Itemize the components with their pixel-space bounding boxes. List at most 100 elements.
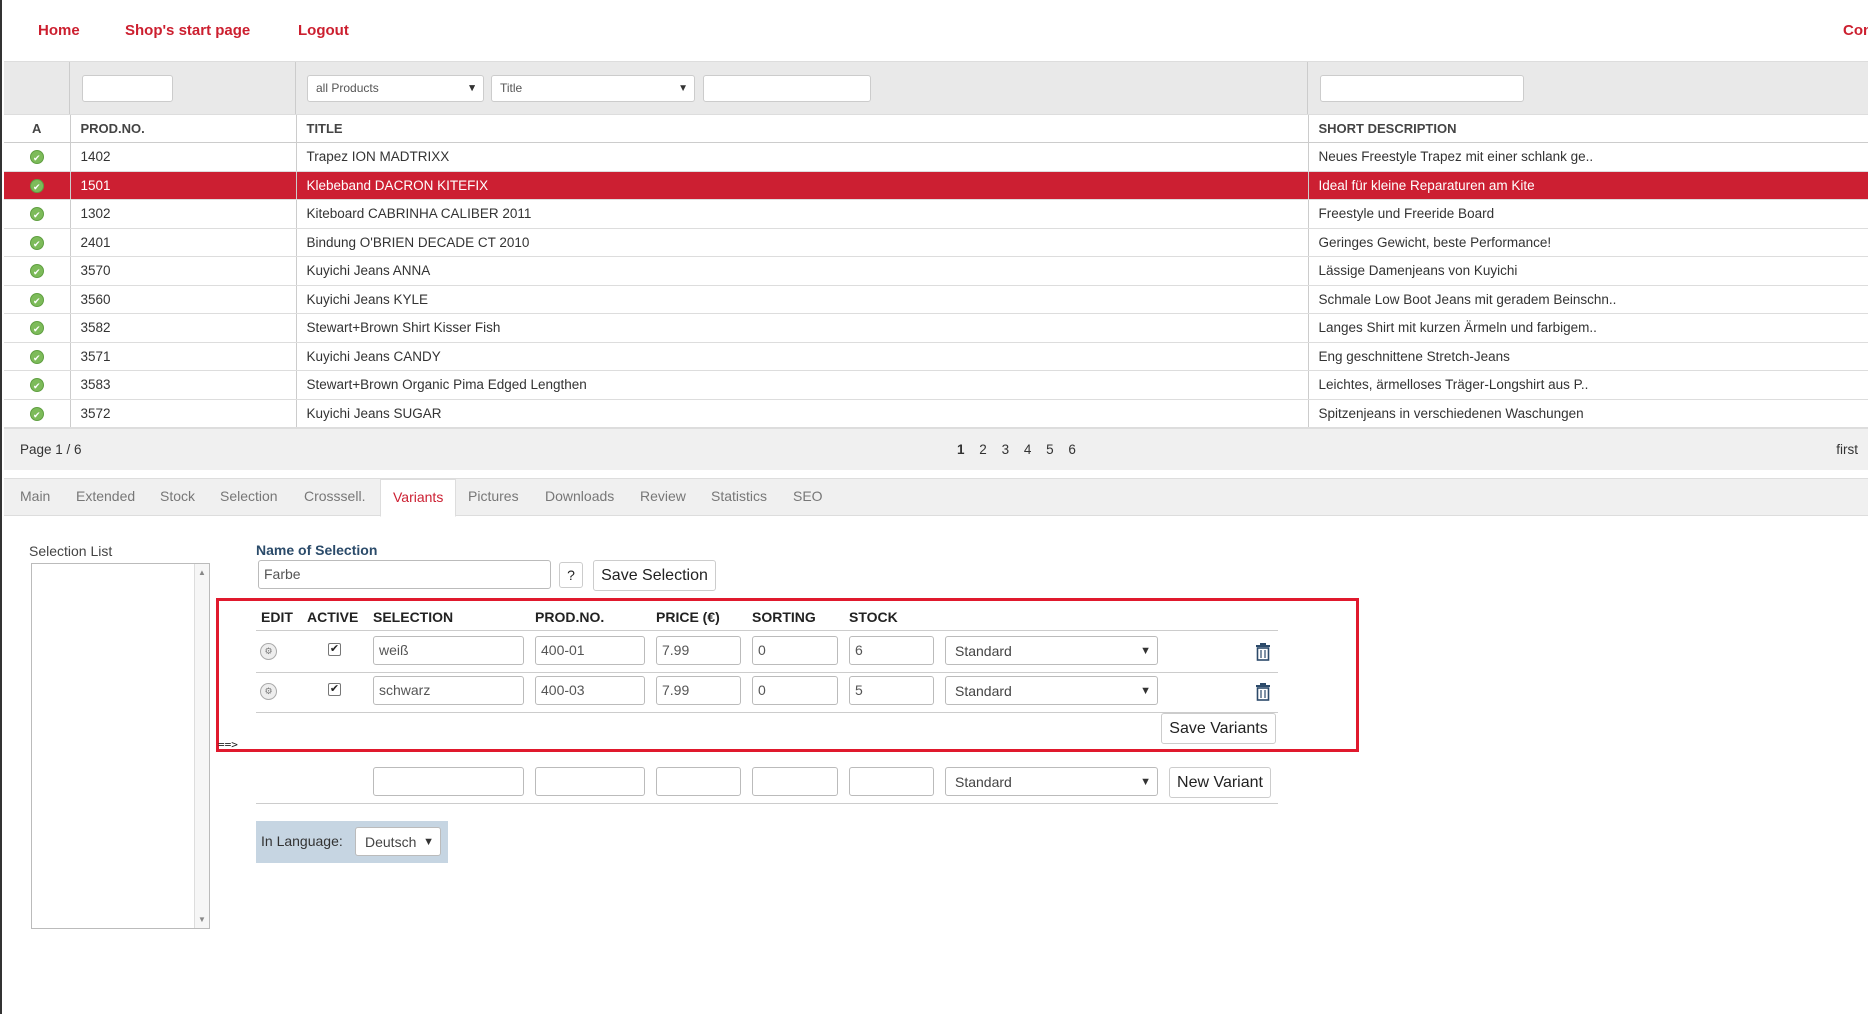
table-row[interactable]: ✔ 3572 Kuyichi Jeans SUGAR Spitzenjeans …: [4, 399, 1868, 428]
variant-type-select[interactable]: Standard ▼: [945, 636, 1158, 665]
active-check-icon: ✔: [29, 178, 44, 193]
nav-right-link[interactable]: Con: [1843, 22, 1868, 39]
short-description-cell: Langes Shirt mit kurzen Ärmeln und farbi…: [1307, 313, 1868, 343]
table-row[interactable]: ✔ 1402 Trapez ION MADTRIXX Neues Freesty…: [4, 142, 1868, 172]
tab-variants[interactable]: Variants: [380, 479, 457, 517]
category-filter-value: all Products: [316, 81, 379, 95]
column-header-active: ACTIVE: [307, 609, 359, 625]
tab-downloads[interactable]: Downloads: [545, 488, 614, 504]
new-variant-prodno-input[interactable]: [535, 767, 645, 796]
first-page-link[interactable]: first: [1836, 442, 1858, 457]
variant-prodno-input[interactable]: 400-01: [535, 636, 645, 665]
variant-sorting-input[interactable]: 0: [752, 636, 838, 665]
new-variant-sorting-input[interactable]: [752, 767, 838, 796]
variant-active-checkbox[interactable]: ✔: [328, 683, 341, 696]
selection-list-scrollbar[interactable]: ▲ ▼: [194, 564, 209, 928]
tab-stock[interactable]: Stock: [160, 488, 195, 504]
row-divider: [256, 803, 1278, 804]
chevron-down-icon: ▼: [1140, 645, 1151, 657]
new-variant-button[interactable]: New Variant: [1169, 767, 1271, 798]
language-select[interactable]: Deutsch ▼: [355, 827, 441, 856]
save-variants-button[interactable]: Save Variants: [1161, 713, 1276, 744]
scroll-up-icon[interactable]: ▲: [198, 568, 206, 577]
edit-variant-icon[interactable]: ⚙: [260, 643, 277, 660]
page-link[interactable]: 6: [1068, 442, 1076, 457]
short-description-cell: Lässige Damenjeans von Kuyichi: [1307, 256, 1868, 286]
page-info: Page 1 / 6: [20, 442, 82, 457]
variant-stock-input[interactable]: 6: [849, 636, 934, 665]
trash-icon[interactable]: [1255, 643, 1271, 661]
active-cell: ✔: [4, 228, 70, 257]
tab-main[interactable]: Main: [20, 488, 50, 504]
column-header-short-description[interactable]: SHORT DESCRIPTION: [1307, 114, 1868, 143]
tab-pictures[interactable]: Pictures: [468, 488, 519, 504]
short-description-cell: Eng geschnittene Stretch-Jeans: [1307, 342, 1868, 371]
new-variant-type-select[interactable]: Standard ▼: [945, 767, 1158, 796]
short-description-cell: Schmale Low Boot Jeans mit geradem Beins…: [1307, 285, 1868, 314]
field-filter-select[interactable]: Title ▼: [491, 75, 695, 102]
page-link[interactable]: 3: [1002, 442, 1010, 457]
table-row[interactable]: ✔ 3570 Kuyichi Jeans ANNA Lässige Damenj…: [4, 256, 1868, 286]
table-row[interactable]: ✔ 3560 Kuyichi Jeans KYLE Schmale Low Bo…: [4, 285, 1868, 314]
prodno-filter-input[interactable]: [82, 75, 173, 102]
variant-price-input[interactable]: 7.99: [656, 676, 741, 705]
page-link[interactable]: 4: [1024, 442, 1032, 457]
detail-tabs: Main Extended Stock Selection Crosssell.…: [4, 478, 1868, 517]
variant-price-input[interactable]: 7.99: [656, 636, 741, 665]
table-row[interactable]: ✔ 2401 Bindung O'BRIEN DECADE CT 2010 Ge…: [4, 228, 1868, 257]
nav-logout-link[interactable]: Logout: [298, 22, 349, 39]
new-variant-stock-input[interactable]: [849, 767, 934, 796]
column-header-active[interactable]: A: [4, 114, 70, 143]
column-header-prodno[interactable]: PROD.NO.: [69, 114, 296, 143]
nav-home-link[interactable]: Home: [38, 22, 80, 39]
table-row[interactable]: ✔ 3582 Stewart+Brown Shirt Kisser Fish L…: [4, 313, 1868, 343]
active-cell: ✔: [4, 285, 70, 314]
new-variant-price-input[interactable]: [656, 767, 741, 796]
page-link-current[interactable]: 1: [957, 442, 965, 457]
tab-selection[interactable]: Selection: [220, 488, 278, 504]
table-row[interactable]: ✔ 1302 Kiteboard CABRINHA CALIBER 2011 F…: [4, 199, 1868, 229]
category-filter-select[interactable]: all Products ▼: [307, 75, 484, 102]
page-link[interactable]: 2: [979, 442, 987, 457]
prodno-cell: 3571: [69, 342, 296, 371]
arrow-marker: ==>: [218, 738, 238, 751]
short-description-cell: Neues Freestyle Trapez mit einer schlank…: [1307, 142, 1868, 172]
table-row[interactable]: ✔ 3583 Stewart+Brown Organic Pima Edged …: [4, 370, 1868, 400]
help-button[interactable]: ?: [559, 562, 583, 588]
prodno-cell: 3583: [69, 370, 296, 400]
page-link[interactable]: 5: [1046, 442, 1054, 457]
prodno-cell: 1302: [69, 199, 296, 229]
variant-stock-input[interactable]: 5: [849, 676, 934, 705]
table-row-selected[interactable]: ✔ 1501 Klebeband DACRON KITEFIX Ideal fü…: [4, 171, 1868, 200]
tab-seo[interactable]: SEO: [793, 488, 823, 504]
tab-statistics[interactable]: Statistics: [711, 488, 767, 504]
selection-list[interactable]: ▲ ▼: [31, 563, 210, 929]
short-description-filter-input[interactable]: [1320, 75, 1524, 102]
variant-active-checkbox[interactable]: ✔: [328, 643, 341, 656]
column-header-title[interactable]: TITLE: [295, 114, 1308, 143]
tab-extended[interactable]: Extended: [76, 488, 135, 504]
variant-prodno-input[interactable]: 400-03: [535, 676, 645, 705]
trash-icon[interactable]: [1255, 683, 1271, 701]
tab-crosssell[interactable]: Crosssell.: [304, 488, 365, 504]
nav-shop-start-link[interactable]: Shop's start page: [125, 22, 250, 39]
variant-selection-input[interactable]: weiß: [373, 636, 524, 665]
new-variant-selection-input[interactable]: [373, 767, 524, 796]
filter-row: all Products ▼ Title ▼: [4, 62, 1868, 114]
variant-sorting-input[interactable]: 0: [752, 676, 838, 705]
title-cell: Kuyichi Jeans CANDY: [295, 342, 1308, 371]
language-value: Deutsch: [365, 834, 417, 850]
active-cell: ✔: [4, 199, 70, 229]
variant-type-value: Standard: [955, 683, 1012, 699]
scroll-down-icon[interactable]: ▼: [198, 915, 206, 924]
table-row[interactable]: ✔ 3571 Kuyichi Jeans CANDY Eng geschnitt…: [4, 342, 1868, 371]
variant-selection-input[interactable]: schwarz: [373, 676, 524, 705]
variant-type-value: Standard: [955, 643, 1012, 659]
save-selection-button[interactable]: Save Selection: [593, 560, 716, 591]
variant-type-select[interactable]: Standard ▼: [945, 676, 1158, 705]
column-divider: [1307, 62, 1308, 114]
edit-variant-icon[interactable]: ⚙: [260, 683, 277, 700]
tab-review[interactable]: Review: [640, 488, 686, 504]
selection-name-input[interactable]: Farbe: [258, 560, 551, 589]
title-filter-input[interactable]: [703, 75, 871, 102]
